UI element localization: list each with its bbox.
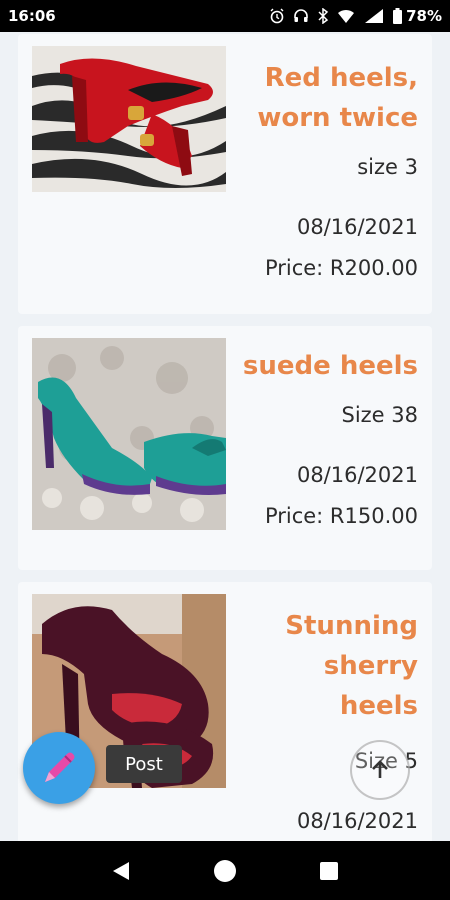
signal-icon bbox=[365, 9, 384, 23]
status-bar: 16:06 78% bbox=[0, 0, 450, 32]
status-icons: 78% bbox=[269, 7, 442, 25]
pencil-icon bbox=[45, 752, 75, 782]
listing-details: suede heels Size 38 08/16/2021 Price: R1… bbox=[218, 346, 418, 531]
listing-card[interactable]: suede heels Size 38 08/16/2021 Price: R1… bbox=[18, 326, 432, 570]
battery: 78% bbox=[393, 7, 442, 25]
listing-details: Stunning sherry heels Size 5 08/16/2021 bbox=[218, 606, 418, 836]
listing-size: size 3 bbox=[357, 155, 418, 179]
bluetooth-icon bbox=[318, 8, 329, 24]
home-icon[interactable] bbox=[213, 859, 237, 883]
listing-date: 08/16/2021 bbox=[296, 463, 418, 487]
red-suede-heels-photo[interactable] bbox=[32, 46, 226, 192]
listing-title[interactable]: Stunning sherry heels bbox=[218, 606, 418, 726]
scroll-to-top-button[interactable] bbox=[350, 740, 410, 800]
post-fab-button[interactable] bbox=[23, 732, 95, 804]
battery-icon bbox=[393, 8, 403, 24]
listing-title[interactable]: Red heels, worn twice bbox=[218, 58, 418, 138]
listing-price: Price: R150.00 bbox=[264, 504, 418, 528]
wifi-icon bbox=[338, 9, 355, 23]
teal-suede-heels-photo[interactable] bbox=[32, 338, 226, 530]
listing-feed[interactable]: Red heels, worn twice size 3 08/16/2021 … bbox=[0, 32, 450, 841]
system-nav-bar bbox=[0, 841, 450, 900]
headset-icon bbox=[294, 9, 308, 22]
listing-details: Red heels, worn twice size 3 08/16/2021 … bbox=[218, 58, 418, 283]
listing-date: 08/16/2021 bbox=[296, 215, 418, 239]
listing-card[interactable]: Red heels, worn twice size 3 08/16/2021 … bbox=[18, 34, 432, 314]
listing-size: Size 38 bbox=[341, 403, 418, 427]
arrow-up-icon bbox=[372, 760, 388, 778]
status-time: 16:06 bbox=[8, 7, 56, 25]
post-tooltip: Post bbox=[106, 745, 182, 783]
listing-price: Price: R200.00 bbox=[264, 256, 418, 280]
back-icon[interactable] bbox=[111, 860, 131, 882]
battery-level: 78% bbox=[406, 7, 442, 25]
alarm-icon bbox=[270, 8, 284, 24]
listing-title[interactable]: suede heels bbox=[218, 346, 418, 386]
listing-card[interactable]: Stunning sherry heels Size 5 08/16/2021 bbox=[18, 582, 432, 841]
recents-icon[interactable] bbox=[319, 861, 339, 881]
listing-date: 08/16/2021 bbox=[296, 809, 418, 833]
